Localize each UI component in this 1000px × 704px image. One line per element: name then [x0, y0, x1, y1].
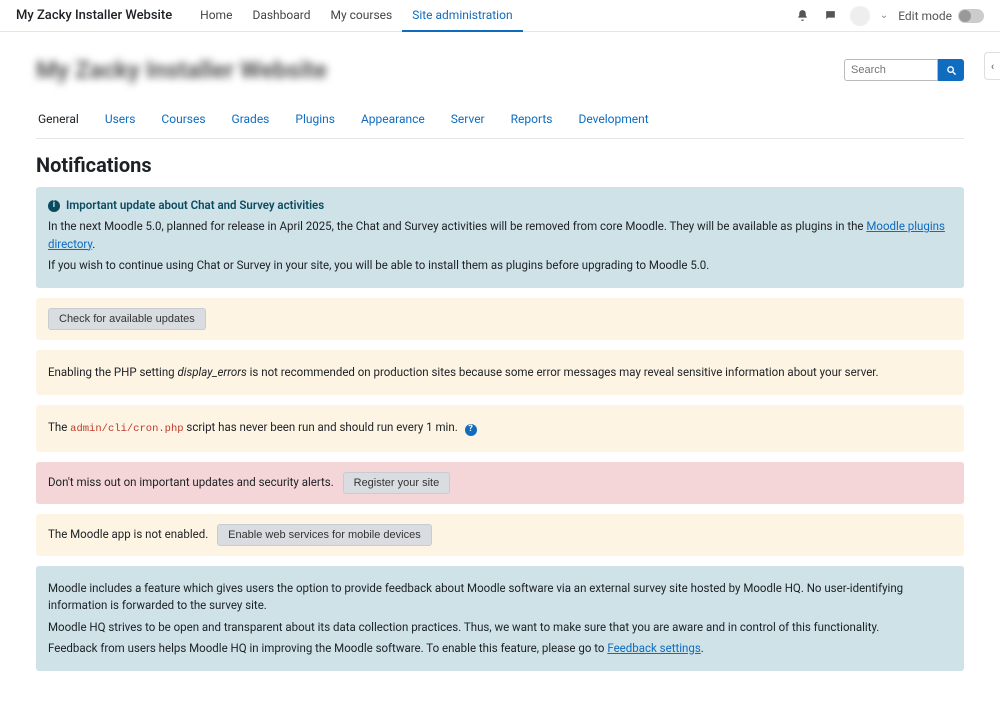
check-updates-button[interactable]: Check for available updates	[48, 308, 206, 330]
bell-icon[interactable]	[794, 7, 812, 25]
text: is not recommended on production sites b…	[247, 365, 879, 379]
search	[844, 59, 964, 81]
search-input[interactable]	[844, 59, 938, 81]
panel-check-updates: Check for available updates	[36, 298, 964, 340]
tab-server[interactable]: Server	[449, 104, 487, 138]
edit-mode-label: Edit mode	[898, 9, 952, 23]
text: The	[48, 420, 70, 434]
cron-path-code: admin/cli/cron.php	[70, 423, 183, 435]
edit-mode-toggle[interactable]	[958, 9, 984, 23]
header-row: My Zacky Installer Website	[36, 56, 964, 84]
panel-important-update-title: i Important update about Chat and Survey…	[48, 197, 952, 214]
panel-moodle-app-text: The Moodle app is not enabled.	[48, 527, 208, 541]
tab-appearance[interactable]: Appearance	[359, 104, 427, 138]
info-icon: i	[48, 200, 60, 212]
panel-important-update-title-text: Important update about Chat and Survey a…	[66, 197, 324, 214]
panel-cron: The admin/cli/cron.php script has never …	[36, 405, 964, 452]
panel-display-errors: Enabling the PHP setting display_errors …	[36, 350, 964, 395]
tab-reports[interactable]: Reports	[509, 104, 555, 138]
panel-important-update-p1: In the next Moodle 5.0, planned for rele…	[48, 218, 952, 253]
panel-register: Don't miss out on important updates and …	[36, 462, 964, 504]
text: Feedback from users helps Moodle HQ in i…	[48, 641, 607, 655]
tab-users[interactable]: Users	[103, 104, 138, 138]
help-icon[interactable]: ?	[465, 424, 477, 436]
link-feedback-settings[interactable]: Feedback settings	[607, 641, 700, 655]
search-button[interactable]	[938, 59, 964, 81]
brand: My Zacky Installer Website	[16, 8, 172, 23]
topnav-my-courses[interactable]: My courses	[321, 0, 403, 32]
edit-mode: Edit mode	[898, 9, 984, 23]
text: script has never been run and should run…	[184, 420, 458, 434]
site-title-blurred: My Zacky Installer Website	[36, 56, 327, 84]
topnav-site-administration[interactable]: Site administration	[402, 0, 522, 32]
page: My Zacky Installer Website General Users…	[0, 32, 1000, 704]
tab-grades[interactable]: Grades	[230, 104, 272, 138]
topbar-right: ⌄ Edit mode	[794, 6, 984, 26]
enable-web-services-button[interactable]: Enable web services for mobile devices	[217, 524, 432, 546]
text-emph: display_errors	[177, 365, 246, 379]
register-site-button[interactable]: Register your site	[343, 472, 451, 494]
text: .	[92, 237, 95, 251]
admin-tabs: General Users Courses Grades Plugins App…	[36, 104, 964, 139]
topnav-dashboard[interactable]: Dashboard	[242, 0, 320, 32]
panel-moodle-app: The Moodle app is not enabled. Enable we…	[36, 514, 964, 556]
tab-development[interactable]: Development	[576, 104, 650, 138]
panel-cron-text: The admin/cli/cron.php script has never …	[48, 419, 952, 438]
tab-general[interactable]: General	[36, 104, 81, 138]
user-menu-chevron[interactable]: ⌄	[880, 10, 888, 21]
panel-important-update: i Important update about Chat and Survey…	[36, 187, 964, 288]
panel-feedback-p3: Feedback from users helps Moodle HQ in i…	[48, 640, 952, 657]
panel-feedback-p2: Moodle HQ strives to be open and transpa…	[48, 619, 952, 636]
text: In the next Moodle 5.0, planned for rele…	[48, 219, 866, 233]
tab-plugins[interactable]: Plugins	[293, 104, 337, 138]
text: .	[701, 641, 704, 655]
text: Enabling the PHP setting	[48, 365, 177, 379]
panel-feedback-p1: Moodle includes a feature which gives us…	[48, 580, 952, 615]
topnav-home[interactable]: Home	[190, 0, 242, 32]
topbar: My Zacky Installer Website Home Dashboar…	[0, 0, 1000, 32]
panel-display-errors-text: Enabling the PHP setting display_errors …	[48, 364, 952, 381]
panel-feedback: Moodle includes a feature which gives us…	[36, 566, 964, 671]
panel-important-update-p2: If you wish to continue using Chat or Su…	[48, 257, 952, 274]
tab-courses[interactable]: Courses	[159, 104, 207, 138]
chat-icon[interactable]	[822, 7, 840, 25]
panel-register-text: Don't miss out on important updates and …	[48, 475, 334, 489]
page-heading: Notifications	[36, 153, 964, 177]
drawer-toggle[interactable]: ‹	[984, 52, 1000, 80]
avatar[interactable]	[850, 6, 870, 26]
topnav: Home Dashboard My courses Site administr…	[190, 0, 522, 32]
